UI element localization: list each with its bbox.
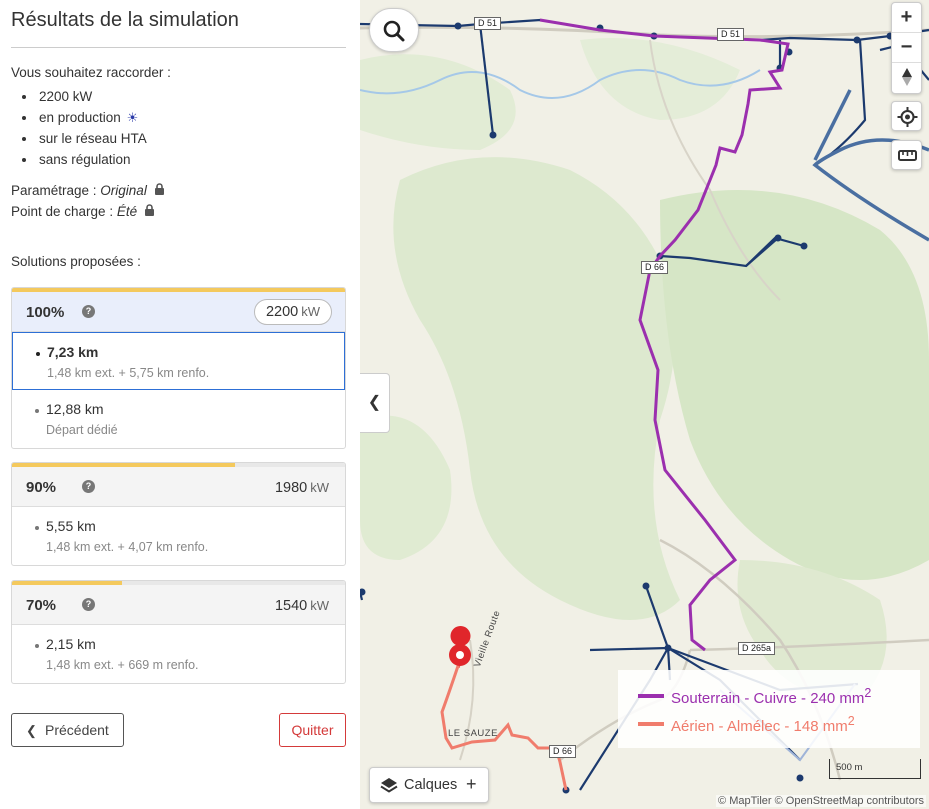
- add-icon: +: [466, 774, 477, 794]
- help-icon[interactable]: ?: [82, 305, 95, 318]
- bullet-dot: [35, 644, 39, 648]
- place-label: LE SAUZE: [448, 728, 498, 739]
- request-summary-list: 2200 kW en production ☀ sur le réseau HT…: [22, 86, 147, 170]
- summary-power: 2200 kW: [22, 86, 147, 107]
- legend-label: Aérien - Almélec - 148 mm2: [671, 714, 855, 735]
- road-label: D 51: [474, 17, 502, 30]
- road-label: D 265a: [738, 642, 776, 655]
- power-value: 1540 kW: [274, 598, 329, 614]
- title-divider: [11, 47, 346, 48]
- solution-option[interactable]: 5,55 km 1,48 km ext. + 4,07 km renfo.: [12, 507, 345, 565]
- lock-icon: [144, 204, 155, 219]
- solutions-heading: Solutions proposées :: [11, 254, 141, 269]
- power-badge: 2200 kW: [253, 299, 332, 325]
- zoom-controls: + −: [891, 2, 922, 94]
- solution-percent: 100%: [26, 304, 65, 321]
- search-icon: [383, 20, 405, 42]
- bullet-dot: [36, 352, 40, 356]
- option-detail: 1,48 km ext. + 5,75 km renfo.: [47, 366, 210, 380]
- charge-point: Point de charge : Été: [11, 204, 155, 219]
- map-pin-icon: [449, 626, 471, 668]
- solution-option[interactable]: 7,23 km 1,48 km ext. + 5,75 km renfo.: [12, 332, 345, 390]
- quit-button[interactable]: Quitter: [279, 713, 346, 747]
- compass-button[interactable]: [892, 63, 921, 93]
- solution-card-header[interactable]: 70% ? 1540 kW: [12, 585, 345, 625]
- summary-network: sur le réseau HTA: [22, 128, 147, 149]
- chevron-left-icon: ❮: [367, 394, 382, 411]
- bullet-dot: [35, 409, 39, 413]
- layers-icon: [380, 778, 398, 793]
- map-attribution[interactable]: © MapTiler © OpenStreetMap contributors: [716, 795, 926, 807]
- bullet-dot: [35, 526, 39, 530]
- solution-card-90[interactable]: 90% ? 1980 kW 5,55 km 1,48 km ext. + 4,07…: [11, 462, 346, 566]
- option-distance: 5,55 km: [46, 518, 96, 534]
- page-title: Résultats de la simulation: [11, 9, 239, 31]
- ruler-icon: [898, 150, 917, 161]
- zoom-in-button[interactable]: +: [892, 3, 921, 33]
- help-icon[interactable]: ?: [82, 480, 95, 493]
- zoom-in-icon: +: [900, 6, 913, 28]
- road-label: D 66: [549, 745, 577, 758]
- help-icon[interactable]: ?: [82, 598, 95, 611]
- legend-swatch: [638, 694, 664, 698]
- zoom-out-icon: −: [900, 36, 913, 58]
- option-detail: 1,48 km ext. + 4,07 km renfo.: [46, 540, 209, 554]
- lock-icon: [154, 183, 165, 198]
- collapse-panel-button[interactable]: ❮: [360, 373, 390, 433]
- results-panel: Résultats de la simulation Vous souhaite…: [0, 0, 360, 809]
- locate-button[interactable]: [891, 101, 922, 131]
- zoom-out-button[interactable]: −: [892, 33, 921, 63]
- layers-button[interactable]: Calques +: [369, 767, 489, 803]
- measure-button[interactable]: [891, 140, 922, 170]
- search-button[interactable]: [369, 8, 419, 52]
- option-distance: 12,88 km: [46, 401, 104, 417]
- compass-icon: [901, 68, 912, 86]
- road-label: D 66: [641, 261, 669, 274]
- power-value: 1980 kW: [274, 480, 329, 496]
- chevron-left-icon: ❮: [26, 723, 37, 738]
- solution-card-header[interactable]: 90% ? 1980 kW: [12, 467, 345, 507]
- solution-card-header[interactable]: 100% ? 2200 kW: [12, 292, 345, 332]
- solution-card-70[interactable]: 70% ? 1540 kW 2,15 km 1,48 km ext. + 669 …: [11, 580, 346, 684]
- solution-percent: 90%: [26, 479, 57, 496]
- option-distance: 7,23 km: [47, 344, 99, 360]
- solution-card-100[interactable]: 100% ? 2200 kW 7,23 km 1,48 km ext. + 5,7…: [11, 287, 346, 449]
- option-distance: 2,15 km: [46, 636, 96, 652]
- legend-label: Souterrain - Cuivre - 240 mm2: [671, 686, 872, 707]
- locate-icon: [897, 107, 918, 127]
- map-view[interactable]: D 51 D 51 D 66 D 265a D 66 LE SAUZE Viei…: [360, 0, 929, 809]
- solution-percent: 70%: [26, 597, 57, 614]
- solution-option[interactable]: 12,88 km Départ dédié: [12, 390, 345, 448]
- solution-option[interactable]: 2,15 km 1,48 km ext. + 669 m renfo.: [12, 625, 345, 683]
- param-setting: Paramétrage : Original: [11, 183, 165, 198]
- option-detail: 1,48 km ext. + 669 m renfo.: [46, 658, 199, 672]
- scale-bar: 500 m: [829, 759, 921, 779]
- map-legend: Souterrain - Cuivre - 240 mm2 Aérien - A…: [618, 670, 920, 748]
- previous-button[interactable]: ❮ Précédent: [11, 713, 124, 747]
- summary-mode: en production ☀: [22, 107, 147, 128]
- sun-icon: ☀: [126, 110, 139, 125]
- road-label: D 51: [717, 28, 745, 41]
- summary-regulation: sans régulation: [22, 149, 147, 170]
- legend-swatch: [638, 722, 664, 726]
- option-detail: Départ dédié: [46, 423, 118, 437]
- intro-text: Vous souhaitez raccorder :: [11, 65, 171, 80]
